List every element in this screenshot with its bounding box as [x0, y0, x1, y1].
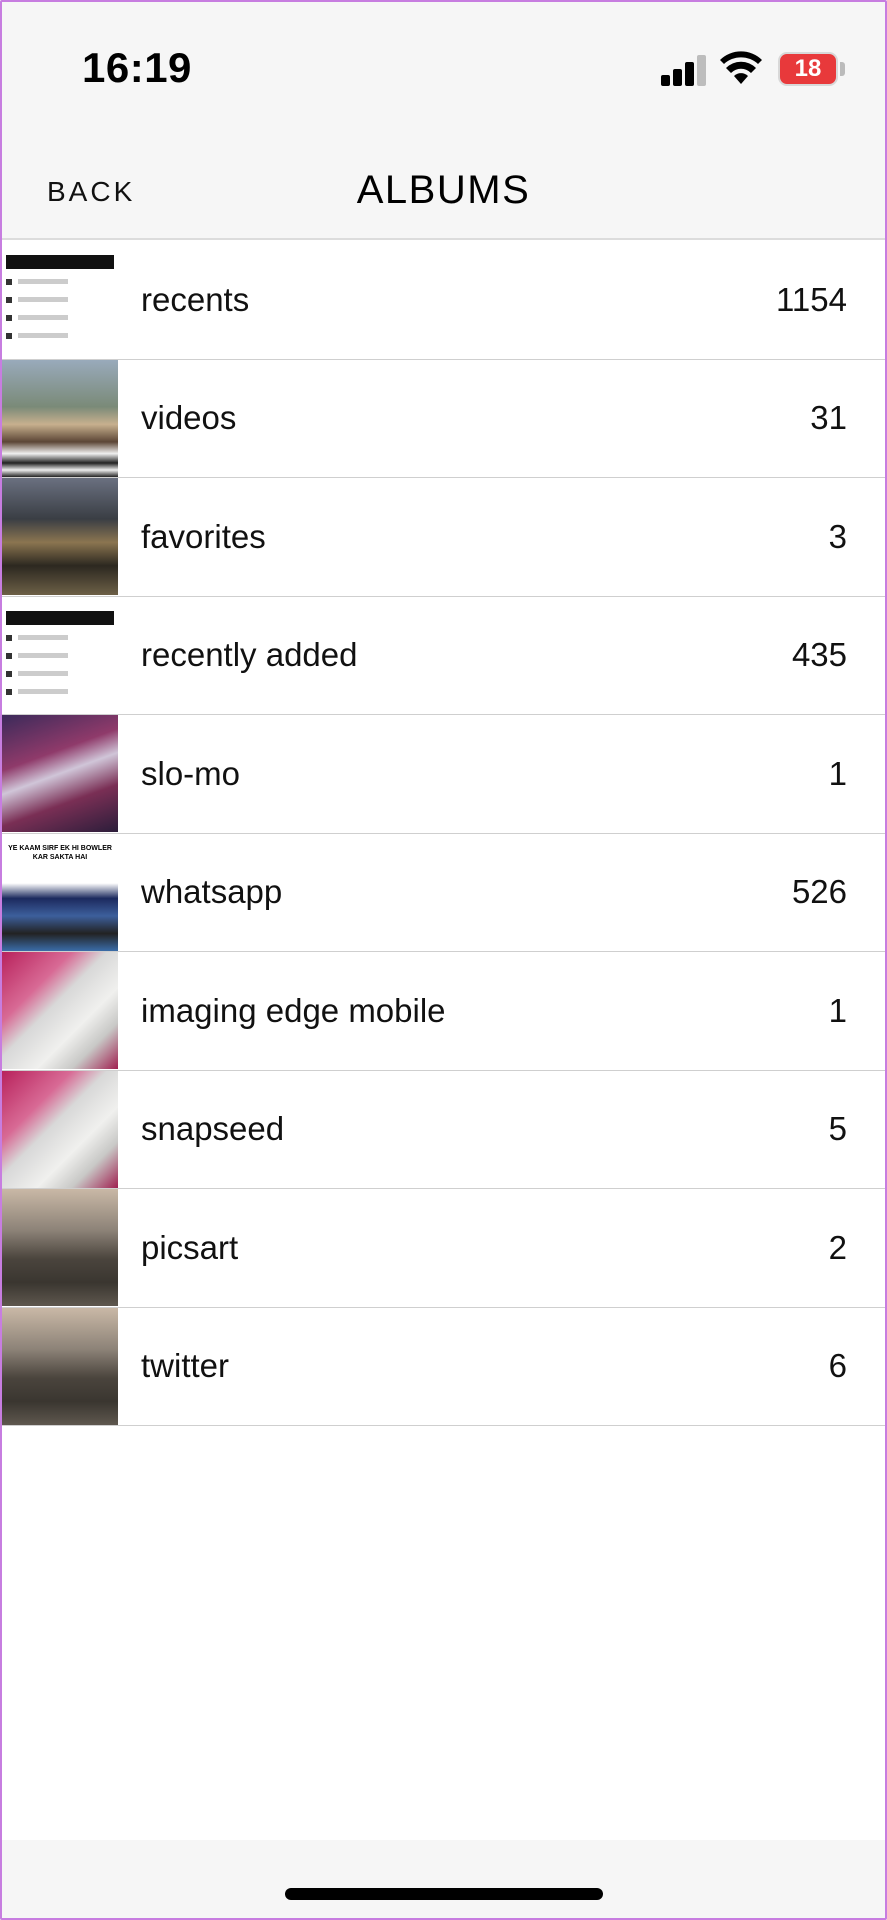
album-count: 1154 [776, 280, 847, 318]
album-thumbnail [2, 1307, 118, 1425]
wifi-icon [720, 51, 762, 84]
album-thumbnail [2, 478, 118, 595]
album-row-favorites[interactable]: favorites 3 [0, 478, 887, 597]
album-thumbnail [2, 596, 118, 714]
album-name: imaging edge mobile [141, 991, 446, 1029]
album-name: favorites [141, 517, 266, 555]
album-row-twitter[interactable]: twitter 6 [0, 1307, 887, 1426]
cellular-signal-icon [661, 54, 707, 86]
battery-cap [840, 62, 845, 76]
album-count: 526 [791, 873, 847, 911]
album-count: 1 [828, 754, 847, 792]
album-count: 2 [828, 1228, 847, 1266]
album-name: slo-mo [141, 754, 241, 792]
battery-level: 18 [794, 55, 822, 82]
album-row-recents[interactable]: recents 1154 [0, 241, 887, 360]
album-count: 6 [828, 1347, 847, 1385]
thumbnail-caption: YE KAAM SIRF EK HI BOWLER KAR SAKTA HAI [8, 844, 112, 861]
nav-bar: BACK ALBUMS [0, 140, 887, 240]
album-count: 5 [828, 1110, 847, 1148]
album-name: picsart [141, 1228, 239, 1266]
album-thumbnail [2, 715, 118, 832]
album-name: recents [141, 280, 250, 318]
album-count: 31 [810, 399, 847, 437]
status-time: 16:19 [82, 44, 192, 91]
album-thumbnail [2, 241, 118, 358]
album-thumbnail [2, 1189, 118, 1306]
album-row-whatsapp[interactable]: YE KAAM SIRF EK HI BOWLER KAR SAKTA HAI … [0, 833, 887, 952]
album-name: twitter [141, 1347, 230, 1385]
status-bar: 16:19 18 [0, 0, 887, 140]
album-count: 1 [828, 991, 847, 1029]
home-bar-area [0, 1840, 887, 1920]
album-name: snapseed [141, 1110, 285, 1148]
album-list: recents 1154 videos 31 favorites 3 recen… [0, 241, 887, 1426]
album-count: 3 [828, 517, 847, 555]
album-count: 435 [791, 636, 847, 674]
album-name: whatsapp [141, 873, 283, 911]
album-thumbnail [2, 359, 118, 477]
album-row-snapseed[interactable]: snapseed 5 [0, 1070, 887, 1189]
home-indicator[interactable] [285, 1888, 603, 1900]
album-thumbnail [2, 952, 118, 1069]
album-name: videos [141, 399, 237, 437]
battery-charging-icon: 18 [778, 52, 838, 86]
album-row-picsart[interactable]: picsart 2 [0, 1189, 887, 1308]
album-row-slo-mo[interactable]: slo-mo 1 [0, 715, 887, 834]
album-row-imaging-edge-mobile[interactable]: imaging edge mobile 1 [0, 952, 887, 1071]
album-name: recently added [141, 636, 358, 674]
page-title: ALBUMS [356, 168, 531, 212]
album-row-recently-added[interactable]: recently added 435 [0, 596, 887, 715]
album-thumbnail: YE KAAM SIRF EK HI BOWLER KAR SAKTA HAI [2, 833, 118, 951]
album-thumbnail [2, 1070, 118, 1188]
album-row-videos[interactable]: videos 31 [0, 359, 887, 478]
